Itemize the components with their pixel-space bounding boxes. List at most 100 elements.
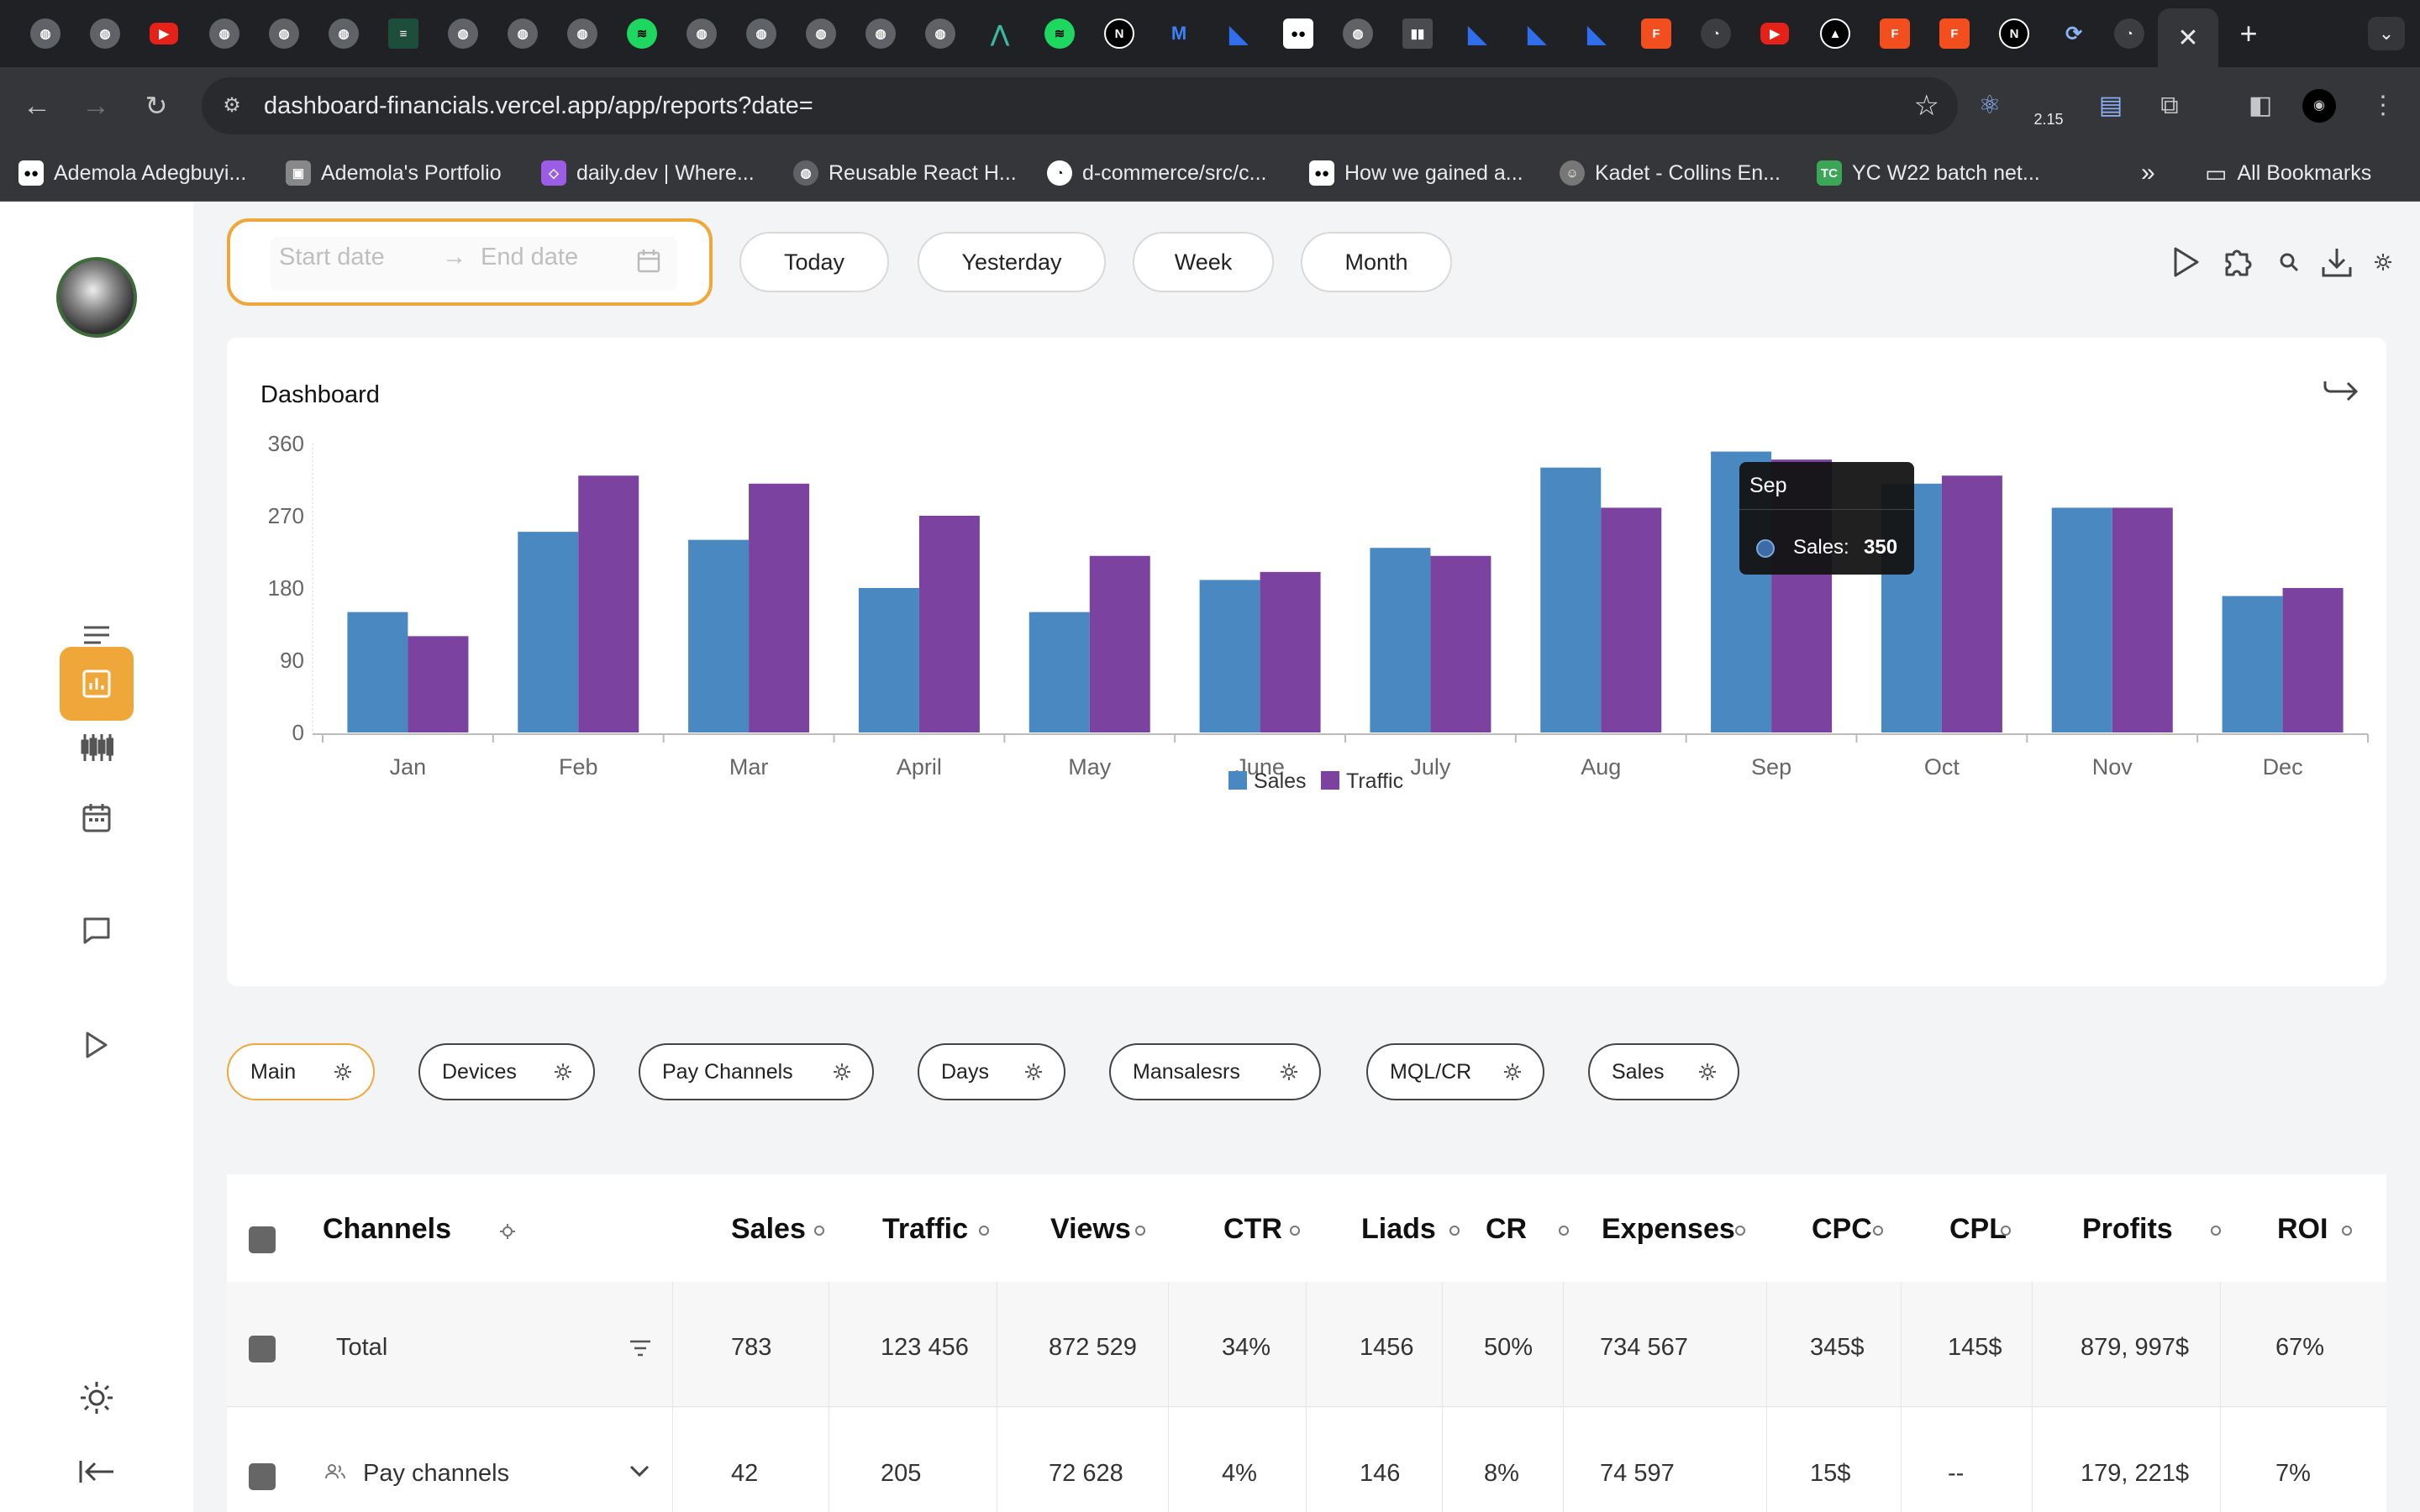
theme-toggle[interactable] (60, 1361, 134, 1435)
tab-globe-icon[interactable]: ◍ (567, 18, 597, 49)
bookmark-item[interactable]: ◍ Reusable React H... (793, 156, 1017, 190)
reload-button[interactable]: ↻ (136, 86, 176, 126)
gear-icon[interactable] (499, 1223, 516, 1240)
tab-pay-channels[interactable]: Pay Channels (639, 1043, 874, 1100)
tab-github-icon[interactable]: ◔ (2114, 18, 2144, 49)
tab-globe-icon[interactable]: ◍ (30, 18, 60, 49)
tab-app-icon[interactable]: ⋀ (985, 18, 1015, 49)
bookmark-star-icon[interactable]: ☆ (1914, 89, 1939, 123)
tab-youtube-icon[interactable]: ▶ (150, 23, 178, 45)
tab-mui-icon[interactable]: M (1164, 18, 1194, 49)
column-settings-icon[interactable] (1998, 1223, 2013, 1238)
filter-week-button[interactable]: Week (1133, 232, 1274, 292)
chevron-down-icon[interactable] (629, 1463, 650, 1478)
tab-youtube-icon[interactable]: ▶ (1760, 23, 1789, 45)
tab-globe-icon[interactable]: ◍ (448, 18, 478, 49)
tab-search-button[interactable]: ⌄ (2368, 17, 2405, 50)
download-button[interactable] (2316, 239, 2358, 286)
active-tab[interactable]: ✕ (2158, 8, 2218, 67)
url-text[interactable]: dashboard-financials.vercel.app/app/repo… (264, 92, 813, 120)
column-header-ctr[interactable]: CTR (1223, 1213, 1282, 1246)
tab-figma-icon[interactable]: F (1880, 18, 1910, 49)
column-header-roi[interactable]: ROI (2277, 1213, 2328, 1246)
tab-globe-icon[interactable]: ◍ (806, 18, 836, 49)
column-settings-icon[interactable] (1287, 1223, 1302, 1238)
tab-spotify-icon[interactable]: ≋ (627, 18, 657, 49)
docs-extension-icon[interactable]: ▤ (2092, 87, 2129, 124)
tab-mansalesrs[interactable]: Mansalesrs (1109, 1043, 1321, 1100)
sidebar-item-reports[interactable] (60, 647, 134, 721)
bookmark-item[interactable]: ◇ daily.dev | Where... (541, 156, 755, 190)
tab-globe-icon[interactable]: ◍ (1343, 18, 1373, 49)
tab-figma-icon[interactable]: F (1939, 18, 1970, 49)
calendar-icon[interactable] (637, 249, 660, 274)
new-tab-button[interactable]: + (2232, 17, 2265, 50)
react-devtools-icon[interactable]: ⚛ (1971, 87, 2008, 124)
tab-app-icon[interactable]: ◣ (1223, 18, 1254, 49)
sidebar-item-calendar[interactable] (60, 781, 134, 855)
tab-app-icon[interactable]: ≡ (388, 18, 418, 49)
tab-app-icon[interactable]: ▮▮ (1402, 18, 1433, 49)
tab-spotify-icon[interactable]: ≋ (1044, 18, 1075, 49)
tab-figma-icon[interactable]: F (1641, 18, 1671, 49)
extension-badge[interactable]: 2.15 (2030, 101, 2067, 138)
all-bookmarks-button[interactable]: ▭ All Bookmarks (2205, 156, 2371, 190)
tab-globe-icon[interactable]: ◍ (865, 18, 896, 49)
column-settings-icon[interactable] (976, 1223, 992, 1238)
tab-globe-icon[interactable]: ◍ (687, 18, 717, 49)
forward-button[interactable]: → (76, 86, 116, 126)
bookmark-item[interactable]: TC YC W22 batch net... (1817, 156, 2040, 190)
column-settings-icon[interactable] (1870, 1223, 1886, 1238)
column-header-expenses[interactable]: Expenses (1602, 1213, 1735, 1246)
plugin-button[interactable] (2218, 239, 2260, 286)
tab-nextjs-icon[interactable]: N (1104, 18, 1134, 49)
tab-vercel-icon[interactable]: ▲ (1820, 18, 1850, 49)
column-header-cpc[interactable]: CPC (1812, 1213, 1872, 1246)
tab-globe-icon[interactable]: ◍ (329, 18, 359, 49)
search-button[interactable] (2272, 239, 2306, 286)
profile-avatar[interactable]: ◉ (2302, 89, 2336, 123)
column-header-channels[interactable]: Channels (323, 1213, 451, 1246)
sidebar-item-messages[interactable] (60, 894, 134, 968)
bookmark-item[interactable]: ●● How we gained a... (1309, 156, 1523, 190)
browser-menu-icon[interactable]: ⋮ (2365, 87, 2402, 124)
select-all-checkbox[interactable] (249, 1226, 276, 1253)
tab-app-icon[interactable]: ◣ (1522, 18, 1552, 49)
user-avatar[interactable] (56, 257, 137, 338)
filter-month-button[interactable]: Month (1301, 232, 1452, 292)
extensions-icon[interactable]: ⧉ (2151, 87, 2188, 124)
column-settings-icon[interactable] (812, 1223, 827, 1238)
close-tab-icon[interactable]: ✕ (2177, 24, 2198, 53)
filter-yesterday-button[interactable]: Yesterday (918, 232, 1106, 292)
tab-globe-icon[interactable]: ◍ (746, 18, 776, 49)
tab-globe-icon[interactable]: ◍ (90, 18, 120, 49)
sidebar-item-play[interactable] (60, 1008, 134, 1082)
tab-medium-icon[interactable]: ●● (1283, 18, 1313, 49)
column-header-traffic[interactable]: Traffic (882, 1213, 968, 1246)
tab-days[interactable]: Days (918, 1043, 1065, 1100)
tab-globe-icon[interactable]: ◍ (209, 18, 239, 49)
column-settings-icon[interactable] (2339, 1223, 2354, 1238)
tab-mql-cr[interactable]: MQL/CR (1366, 1043, 1544, 1100)
column-settings-icon[interactable] (2208, 1223, 2223, 1238)
bookmark-item[interactable]: ●● Ademola Adegbuyi... (18, 156, 246, 190)
settings-button[interactable] (2368, 239, 2398, 286)
tab-app-icon[interactable]: ⟳ (2059, 18, 2089, 49)
row-checkbox[interactable] (249, 1336, 276, 1362)
tab-nextjs-icon[interactable]: N (1999, 18, 2029, 49)
filter-today-button[interactable]: Today (739, 232, 889, 292)
tab-app-icon[interactable]: ◣ (1581, 18, 1612, 49)
column-settings-icon[interactable] (1556, 1223, 1571, 1238)
bookmark-item[interactable]: ☺ Kadet - Collins En... (1560, 156, 1781, 190)
row-checkbox[interactable] (249, 1463, 276, 1490)
sidebar-item-analytics[interactable] (60, 711, 134, 785)
filter-icon[interactable] (629, 1339, 652, 1357)
column-header-views[interactable]: Views (1050, 1213, 1131, 1246)
column-settings-icon[interactable] (1447, 1223, 1462, 1238)
tab-globe-icon[interactable]: ◍ (508, 18, 538, 49)
tab-globe-icon[interactable]: ◍ (925, 18, 955, 49)
collapse-sidebar-button[interactable] (60, 1435, 134, 1509)
column-header-sales[interactable]: Sales (731, 1213, 806, 1246)
column-settings-icon[interactable] (1133, 1223, 1148, 1238)
column-header-cr[interactable]: CR (1486, 1213, 1527, 1246)
